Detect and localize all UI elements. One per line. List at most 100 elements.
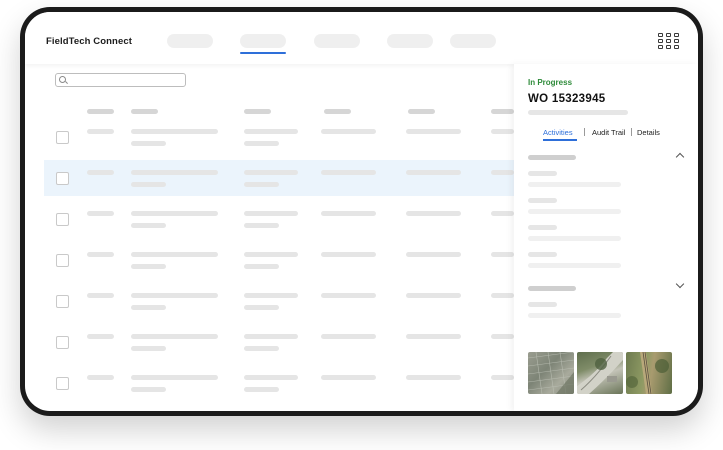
cell-placeholder	[244, 129, 298, 134]
cell-placeholder	[321, 375, 376, 380]
nav-item-1[interactable]	[167, 34, 213, 48]
cell-placeholder	[87, 129, 114, 134]
photo-thumbnail[interactable]	[528, 352, 574, 394]
cell-placeholder	[406, 252, 461, 257]
cell-placeholder	[491, 211, 514, 216]
chevron-down-icon[interactable]	[675, 279, 685, 289]
work-order-id: WO 15323945	[528, 93, 606, 105]
device-frame: FieldTech Connect In Progress WO 1532394…	[20, 7, 703, 416]
status-badge: In Progress	[528, 78, 573, 87]
cell-placeholder	[491, 293, 514, 298]
cell-placeholder	[491, 129, 514, 134]
tab-divider	[631, 128, 632, 136]
work-order-panel: In Progress WO 15323945 Activities Audit…	[514, 64, 698, 411]
activity-label-placeholder	[528, 198, 557, 203]
cell-placeholder	[406, 293, 461, 298]
app-title: FieldTech Connect	[46, 36, 132, 47]
cell-placeholder	[131, 305, 166, 310]
cell-placeholder	[244, 334, 298, 339]
cell-placeholder	[244, 252, 298, 257]
cell-placeholder	[131, 170, 218, 175]
column-header[interactable]	[324, 109, 351, 114]
apps-grid-icon[interactable]	[658, 33, 679, 50]
cell-placeholder	[87, 293, 114, 298]
cell-placeholder	[321, 293, 376, 298]
photo-thumbnail[interactable]	[577, 352, 623, 394]
cell-placeholder	[87, 334, 114, 339]
cell-placeholder	[244, 387, 279, 392]
cell-placeholder	[244, 264, 279, 269]
cell-placeholder	[131, 141, 166, 146]
tab-activities[interactable]: Activities	[543, 128, 573, 137]
cell-placeholder	[244, 141, 279, 146]
activity-label-placeholder	[528, 225, 557, 230]
selected-row-highlight	[44, 160, 514, 196]
activity-value-placeholder	[528, 236, 621, 241]
cell-placeholder	[244, 182, 279, 187]
activity-value-placeholder	[528, 263, 621, 268]
tab-details[interactable]: Details	[637, 128, 660, 137]
nav-item-4[interactable]	[387, 34, 433, 48]
cell-placeholder	[131, 211, 218, 216]
column-header[interactable]	[408, 109, 435, 114]
cell-placeholder	[131, 387, 166, 392]
cell-placeholder	[131, 129, 218, 134]
cell-placeholder	[406, 211, 461, 216]
cell-placeholder	[131, 223, 166, 228]
cell-placeholder	[321, 252, 376, 257]
cell-placeholder	[406, 170, 461, 175]
cell-placeholder	[321, 170, 376, 175]
cell-placeholder	[87, 211, 114, 216]
search-input[interactable]	[55, 73, 186, 87]
cell-placeholder	[491, 252, 514, 257]
app-screen: FieldTech Connect In Progress WO 1532394…	[25, 12, 698, 411]
activity-label-placeholder	[528, 252, 557, 257]
cell-placeholder	[87, 375, 114, 380]
row-checkbox[interactable]	[56, 213, 69, 226]
nav-item-3[interactable]	[314, 34, 360, 48]
nav-active-indicator	[240, 52, 286, 54]
row-checkbox[interactable]	[56, 254, 69, 267]
activity-value-placeholder	[528, 209, 621, 214]
row-checkbox[interactable]	[56, 172, 69, 185]
section-title-placeholder	[528, 155, 576, 160]
column-header[interactable]	[491, 109, 514, 114]
cell-placeholder	[87, 170, 114, 175]
cell-placeholder	[244, 211, 298, 216]
cell-placeholder	[131, 293, 218, 298]
column-header[interactable]	[87, 109, 114, 114]
nav-item-2[interactable]	[240, 34, 286, 48]
cell-placeholder	[131, 252, 218, 257]
cell-placeholder	[131, 346, 166, 351]
cell-placeholder	[131, 264, 166, 269]
column-header[interactable]	[244, 109, 271, 114]
photo-thumbnail[interactable]	[626, 352, 672, 394]
cell-placeholder	[244, 170, 298, 175]
cell-placeholder	[131, 334, 218, 339]
row-checkbox[interactable]	[56, 131, 69, 144]
work-order-subtitle-placeholder	[528, 110, 628, 115]
cell-placeholder	[321, 129, 376, 134]
cell-placeholder	[321, 334, 376, 339]
tab-audit-trail[interactable]: Audit Trail	[592, 128, 625, 137]
cell-placeholder	[321, 211, 376, 216]
column-header[interactable]	[131, 109, 158, 114]
row-checkbox[interactable]	[56, 336, 69, 349]
row-checkbox[interactable]	[56, 295, 69, 308]
search-icon	[59, 76, 66, 83]
nav-item-5[interactable]	[450, 34, 496, 48]
activity-value-placeholder	[528, 313, 621, 318]
cell-placeholder	[131, 182, 166, 187]
activity-value-placeholder	[528, 182, 621, 187]
cell-placeholder	[491, 375, 514, 380]
row-checkbox[interactable]	[56, 377, 69, 390]
chevron-up-icon[interactable]	[675, 152, 685, 162]
cell-placeholder	[244, 375, 298, 380]
cell-placeholder	[244, 293, 298, 298]
cell-placeholder	[244, 223, 279, 228]
cell-placeholder	[406, 375, 461, 380]
activity-label-placeholder	[528, 302, 557, 307]
activity-label-placeholder	[528, 171, 557, 176]
cell-placeholder	[244, 305, 279, 310]
cell-placeholder	[406, 334, 461, 339]
